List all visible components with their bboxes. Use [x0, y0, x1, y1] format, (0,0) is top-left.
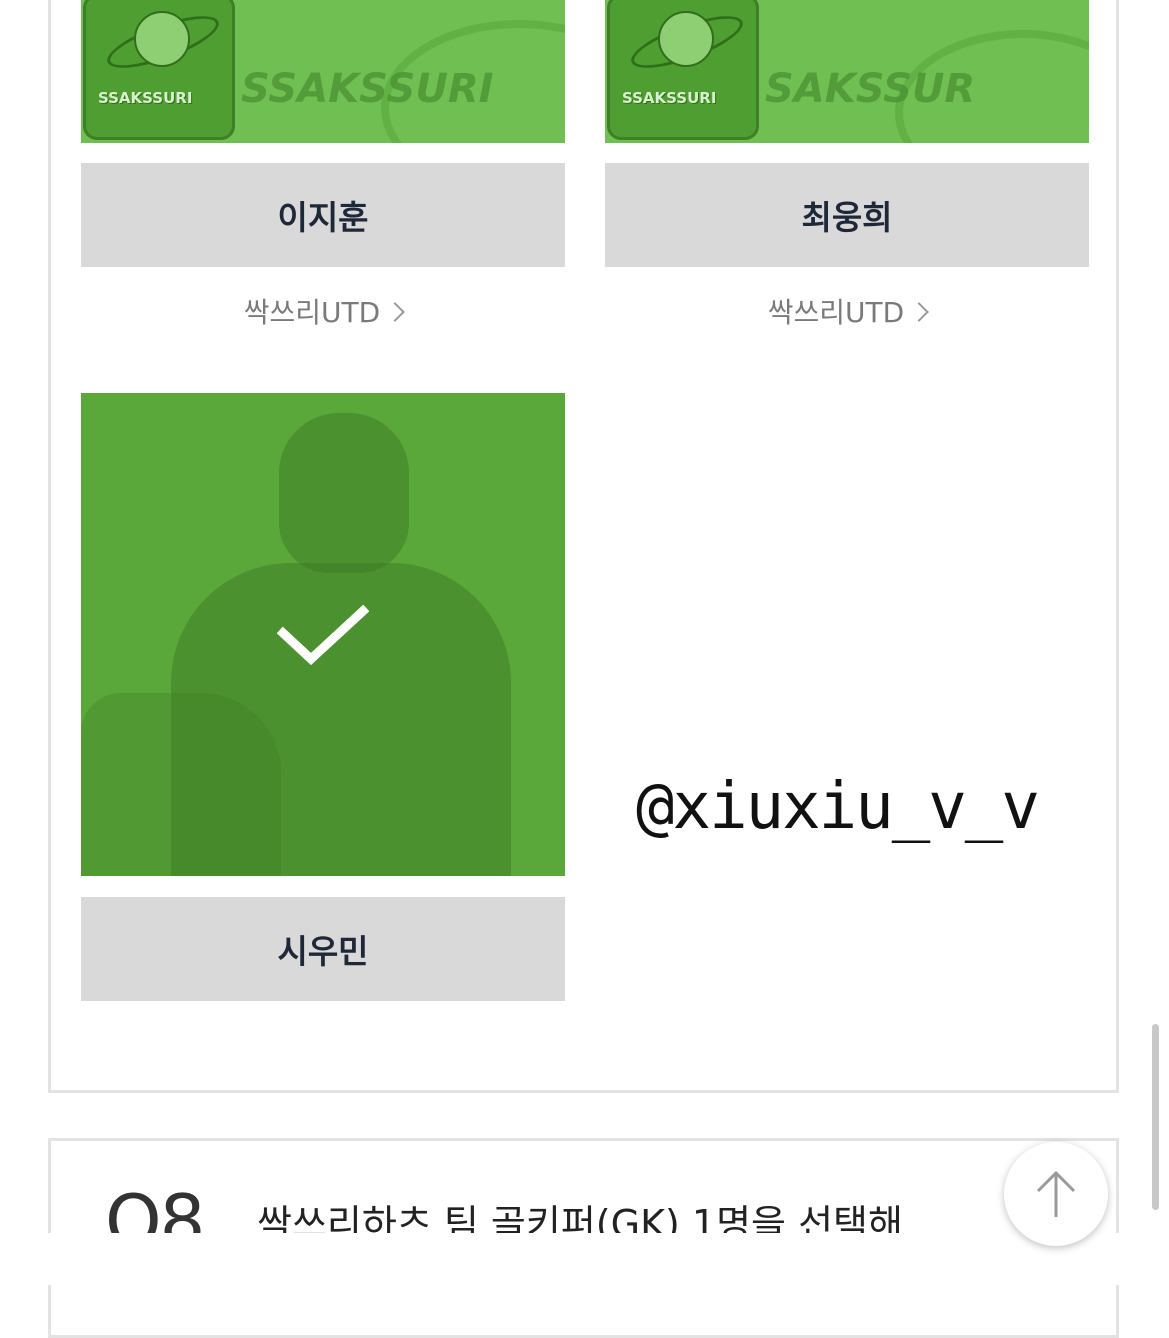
watermark-text: @xiuxiu_v_v: [636, 770, 1040, 844]
candidate-name-2[interactable]: 최웅희: [605, 163, 1089, 267]
candidate-name-1[interactable]: 이지훈: [81, 163, 565, 267]
soccer-ball-icon: [134, 11, 190, 67]
candidate-name-3[interactable]: 시우민: [81, 897, 565, 1001]
team-logo: SSAKSSURI: [607, 0, 759, 140]
team-link-label: 싹쓰리UTD: [243, 296, 381, 329]
candidate-photo-2[interactable]: SSAKSSURI SAKSSUR: [605, 0, 1089, 143]
candidate-photo-1[interactable]: SSAKSSURI SSAKSSURI: [81, 0, 565, 143]
shirt-text: SAKSSUR: [765, 66, 976, 112]
chevron-right-icon: [385, 302, 406, 322]
check-icon: [277, 605, 369, 666]
arrow-up-icon: [1036, 1170, 1076, 1217]
logo-text: SSAKSSURI: [622, 89, 717, 107]
person-silhouette: [279, 413, 409, 573]
bottom-edge: [0, 1233, 1169, 1285]
team-link-2[interactable]: 싹쓰리UTD: [605, 291, 1089, 331]
team-logo: SSAKSSURI: [83, 0, 235, 140]
scroll-top-button[interactable]: [1004, 1142, 1108, 1246]
chevron-right-icon: [909, 302, 930, 322]
team-link-label: 싹쓰리UTD: [767, 296, 905, 329]
team-link-1[interactable]: 싹쓰리UTD: [81, 291, 565, 331]
candidate-photo-3[interactable]: [81, 393, 565, 876]
scrollbar-thumb[interactable]: [1152, 1024, 1159, 1210]
shirt-text: SSAKSSURI: [241, 66, 494, 112]
logo-text: SSAKSSURI: [98, 89, 193, 107]
soccer-ball-icon: [658, 11, 714, 67]
